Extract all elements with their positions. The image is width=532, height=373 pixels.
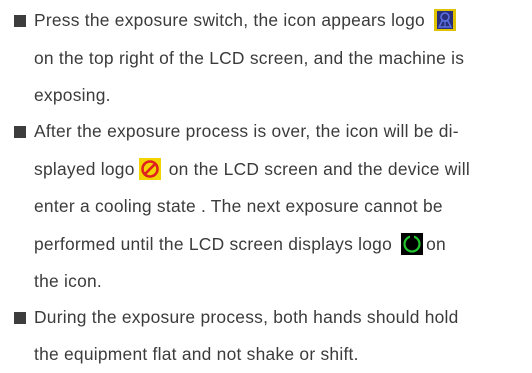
text-segment: After the exposure process is over, the … (34, 121, 459, 141)
text-line: on the top right of the LCD screen, and … (34, 47, 464, 69)
text-line: enter a cooling state . The next exposur… (34, 195, 443, 217)
text-segment: exposing. (34, 85, 111, 105)
prohibited-cooling-icon (138, 158, 161, 180)
text-segment: the equipment flat and not shake or shif… (34, 344, 359, 364)
bullet-square-icon (14, 15, 26, 27)
text-segment: Press the exposure switch, the icon appe… (34, 10, 431, 30)
text-segment: on the LCD screen and the device will (163, 159, 470, 179)
radiation-exposure-icon (434, 9, 457, 31)
ready-ring-icon (401, 233, 424, 255)
text-segment: enter a cooling state . The next exposur… (34, 196, 443, 216)
exposure-instructions: Press the exposure switch, the icon appe… (0, 0, 532, 373)
text-line: splayed logo on the LCD screen and the d… (34, 158, 470, 180)
text-line: the icon. (34, 270, 102, 292)
bullet-square-icon (14, 126, 26, 138)
text-segment: on the top right of the LCD screen, and … (34, 48, 465, 68)
text-segment: splayed logo (34, 159, 135, 179)
bullet-square-icon (14, 312, 26, 324)
text-segment: on (426, 234, 446, 254)
text-line: Press the exposure switch, the icon appe… (34, 9, 459, 31)
text-line: performed until the LCD screen displays … (34, 233, 446, 255)
text-line: exposing. (34, 84, 111, 106)
text-line: After the exposure process is over, the … (34, 120, 459, 142)
text-line: During the exposure process, both hands … (34, 306, 459, 328)
text-segment: performed until the LCD screen displays … (34, 234, 398, 254)
text-segment: During the exposure process, both hands … (34, 307, 459, 327)
text-segment: the icon. (34, 271, 102, 291)
text-line: the equipment flat and not shake or shif… (34, 343, 359, 365)
